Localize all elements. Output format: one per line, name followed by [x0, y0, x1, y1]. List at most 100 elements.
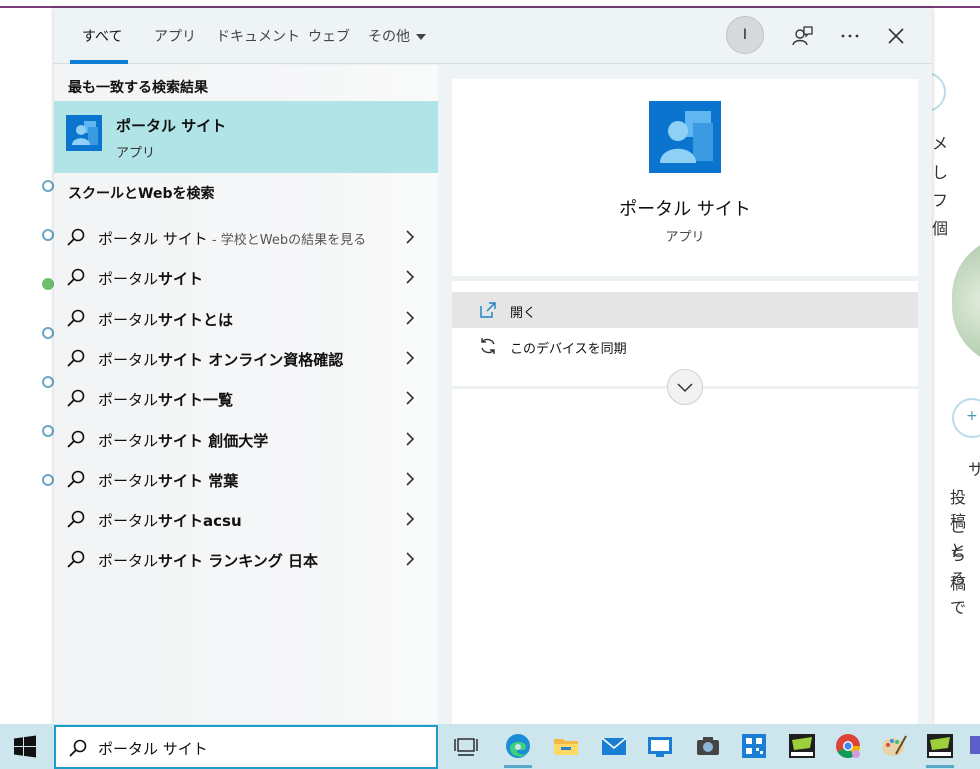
suggestion-prefix: ポータル	[98, 350, 159, 369]
suggestion-text: ポータルサイト 創価大学	[98, 430, 268, 451]
search-input[interactable]	[98, 739, 418, 757]
sync-action[interactable]: このデバイスを同期	[452, 328, 918, 364]
edge-running-indicator	[504, 765, 532, 768]
background-paragraph: 稿で	[950, 574, 967, 617]
search-icon	[67, 510, 85, 528]
taskbar-search-box[interactable]	[54, 725, 438, 769]
suggestion-item[interactable]: ポータルサイトacsu	[54, 499, 438, 539]
school-app-icon[interactable]	[788, 732, 816, 760]
background-flower-image	[952, 236, 980, 366]
search-icon	[69, 739, 87, 757]
tab-documents[interactable]: ドキュメント	[216, 26, 300, 46]
suggestion-text: ポータルサイト 常葉	[98, 470, 238, 491]
background-timeline-dot	[42, 180, 54, 192]
portal-app-icon	[66, 115, 102, 151]
open-action[interactable]: 開く	[452, 292, 918, 328]
suggestion-prefix: ポータル サイト	[98, 230, 208, 248]
chevron-right-icon	[406, 431, 415, 446]
background-text: メ	[932, 134, 949, 153]
expand-button[interactable]	[667, 369, 703, 405]
suggestion-hint: - 学校とWebの結果を見る	[207, 233, 367, 248]
plus-icon: +	[966, 408, 978, 424]
sync-label: このデバイスを同期	[510, 342, 627, 357]
tab-apps[interactable]: アプリ	[154, 26, 196, 46]
preview-subtitle: アプリ	[665, 230, 705, 245]
suggestion-prefix: ポータル	[98, 310, 159, 329]
chevron-right-icon	[406, 311, 415, 325]
background-sidebar: メ し フ 個 + サ 投稿 こと ちろ 稿で	[924, 64, 980, 724]
background-add-button[interactable]: +	[952, 398, 980, 438]
search-icon	[67, 470, 85, 488]
open-icon	[480, 302, 496, 318]
background-timeline-dot	[42, 376, 54, 388]
preview-pane: ポータル サイト アプリ 開く このデバイスを同期	[452, 79, 918, 724]
suggestion-item[interactable]: ポータル サイト - 学校とWebの結果を見る	[54, 217, 438, 257]
suggestion-item[interactable]: ポータルサイト一覧	[54, 378, 438, 418]
best-match-item[interactable]: ポータル サイト アプリ	[54, 101, 438, 173]
sync-icon	[481, 338, 495, 354]
remote-desktop-icon[interactable]	[646, 732, 674, 760]
tab-more-label: その他	[368, 29, 410, 45]
search-panel: すべて アプリ ドキュメント ウェブ その他 I 最も一致する検索結果 ポータル…	[54, 8, 932, 724]
background-paragraph: サ	[968, 460, 980, 479]
paint-icon[interactable]	[880, 732, 908, 760]
mail-icon[interactable]	[600, 732, 628, 760]
background-timeline-dot	[42, 229, 54, 241]
chevron-right-icon	[406, 270, 415, 284]
background-text: し	[932, 163, 949, 182]
suggestion-completion: サイト オンライン資格確認	[158, 350, 344, 369]
suggestion-prefix: ポータル	[98, 431, 159, 450]
suggestion-prefix: ポータル	[98, 552, 159, 571]
suggestion-text: ポータルサイト一覧	[98, 389, 233, 410]
school-app-2-icon[interactable]	[926, 732, 954, 760]
chevron-down-icon	[677, 383, 693, 393]
suggestion-text: ポータルサイト オンライン資格確認	[98, 349, 343, 370]
suggestion-completion: サイト	[158, 270, 204, 289]
active-tab-indicator	[70, 60, 128, 64]
suggestion-item[interactable]: ポータルサイト ランキング 日本	[54, 539, 438, 579]
background-text: 個	[932, 219, 949, 238]
tab-more[interactable]: その他	[368, 26, 426, 46]
chrome-icon[interactable]	[834, 732, 862, 760]
suggestion-item[interactable]: ポータルサイト	[54, 257, 438, 297]
suggestion-completion: サイトとは	[158, 310, 234, 329]
chevron-right-icon	[406, 552, 415, 566]
best-match-title: ポータル サイト	[116, 117, 227, 135]
suggestion-completion: サイト ランキング 日本	[158, 552, 319, 571]
camera-icon[interactable]	[694, 732, 722, 760]
tab-all[interactable]: すべて	[82, 26, 122, 46]
user-avatar[interactable]: I	[726, 16, 764, 54]
suggestion-completion: サイトacsu	[158, 512, 242, 531]
chevron-right-icon	[406, 472, 415, 486]
search-tabs-bar: すべて アプリ ドキュメント ウェブ その他 I	[54, 8, 932, 64]
suggestion-item[interactable]: ポータルサイトとは	[54, 298, 438, 338]
windows-start-icon[interactable]	[12, 734, 38, 760]
feedback-icon[interactable]	[790, 24, 814, 48]
tab-web[interactable]: ウェブ	[308, 26, 350, 46]
suggestion-item[interactable]: ポータルサイト オンライン資格確認	[54, 338, 438, 378]
close-icon[interactable]	[884, 24, 908, 48]
search-icon	[67, 349, 85, 367]
chevron-right-icon	[406, 391, 415, 405]
background-text: フ	[932, 191, 949, 210]
search-icon	[67, 268, 85, 286]
suggestion-text: ポータルサイトとは	[98, 309, 233, 330]
suggestion-item[interactable]: ポータルサイト 常葉	[54, 459, 438, 499]
more-icon[interactable]	[838, 24, 862, 48]
background-timeline-dot	[42, 278, 54, 290]
suggestion-prefix: ポータル	[98, 471, 159, 490]
edge-icon[interactable]	[504, 732, 532, 760]
preview-title: ポータル サイト	[619, 199, 751, 220]
suggestion-text: ポータル サイト - 学校とWebの結果を見る	[98, 228, 366, 249]
best-match-subtitle: アプリ	[116, 146, 156, 161]
background-timeline-dot	[42, 425, 54, 437]
suggestion-item[interactable]: ポータルサイト 創価大学	[54, 419, 438, 459]
teams-icon[interactable]	[970, 732, 980, 760]
qr-icon[interactable]	[740, 732, 768, 760]
results-list: 最も一致する検索結果 ポータル サイト アプリ スクールとWebを検索 ポータル…	[54, 65, 438, 724]
task-view-icon[interactable]	[452, 732, 480, 760]
suggestion-text: ポータルサイト	[98, 268, 203, 289]
file-explorer-icon[interactable]	[552, 732, 580, 760]
suggestion-prefix: ポータル	[98, 270, 159, 289]
chevron-right-icon	[406, 230, 415, 244]
